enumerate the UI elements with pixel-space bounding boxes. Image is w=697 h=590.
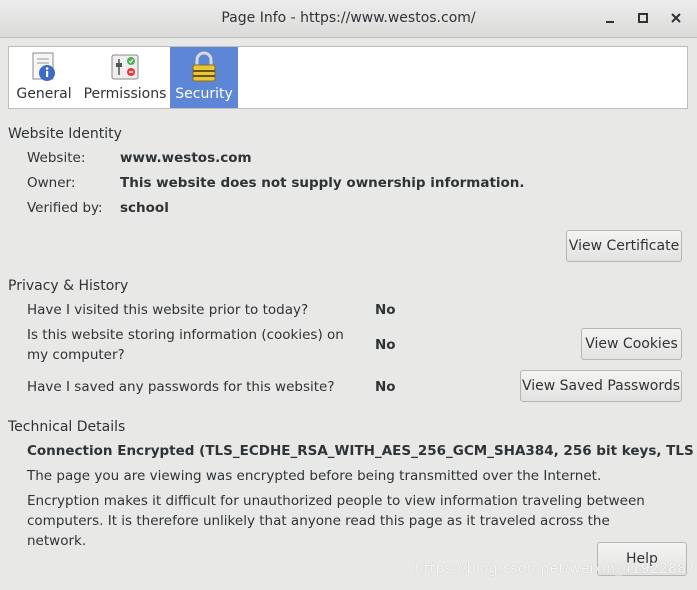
- tab-bar: General Permissions Security: [8, 46, 688, 109]
- connection-encrypted-text: Connection Encrypted (TLS_ECDHE_RSA_WITH…: [27, 443, 697, 459]
- technical-details-heading: Technical Details: [8, 419, 126, 435]
- watermark-text: https://blog.csdn.net/weixin_41922887: [415, 561, 696, 577]
- privacy-history-heading: Privacy & History: [8, 278, 129, 294]
- view-saved-passwords-button[interactable]: View Saved Passwords: [520, 370, 682, 402]
- tab-permissions[interactable]: Permissions: [81, 47, 169, 108]
- owner-value: This website does not supply ownership i…: [120, 175, 525, 191]
- tab-general-label: General: [16, 86, 72, 102]
- view-cookies-button[interactable]: View Cookies: [581, 328, 682, 360]
- encryption-info-line1: The page you are viewing was encrypted b…: [27, 468, 602, 484]
- close-icon: [671, 13, 681, 23]
- maximize-icon: [638, 13, 648, 23]
- website-value: www.westos.com: [120, 150, 252, 166]
- title-bar: Page Info - https://www.westos.com/: [0, 0, 697, 38]
- owner-label: Owner:: [27, 175, 76, 191]
- passwords-question: Have I saved any passwords for this webs…: [27, 379, 335, 395]
- tab-security-label: Security: [175, 86, 233, 102]
- cookies-question: Is this website storing information (coo…: [27, 327, 344, 363]
- tab-general[interactable]: General: [9, 47, 79, 108]
- tab-permissions-label: Permissions: [83, 86, 167, 102]
- visited-question: Have I visited this website prior to tod…: [27, 302, 309, 318]
- window-title: Page Info - https://www.westos.com/: [221, 10, 476, 26]
- info-icon: [32, 52, 55, 81]
- encryption-info-line2: Encryption makes it difficult for unauth…: [27, 493, 645, 549]
- lock-icon: [192, 51, 216, 82]
- view-certificate-button[interactable]: View Certificate: [566, 230, 682, 262]
- website-label: Website:: [27, 150, 86, 166]
- website-identity-heading: Website Identity: [8, 126, 122, 142]
- minimize-icon: [606, 21, 614, 23]
- minimize-button[interactable]: [600, 8, 620, 28]
- tab-security[interactable]: Security: [170, 47, 238, 108]
- permissions-icon: [111, 54, 139, 80]
- verified-by-label: Verified by:: [27, 200, 103, 216]
- visited-answer: No: [375, 302, 396, 318]
- cookies-answer: No: [375, 337, 396, 353]
- verified-by-value: school: [120, 200, 169, 216]
- passwords-answer: No: [375, 379, 396, 395]
- close-button[interactable]: [666, 8, 686, 28]
- maximize-button[interactable]: [633, 8, 653, 28]
